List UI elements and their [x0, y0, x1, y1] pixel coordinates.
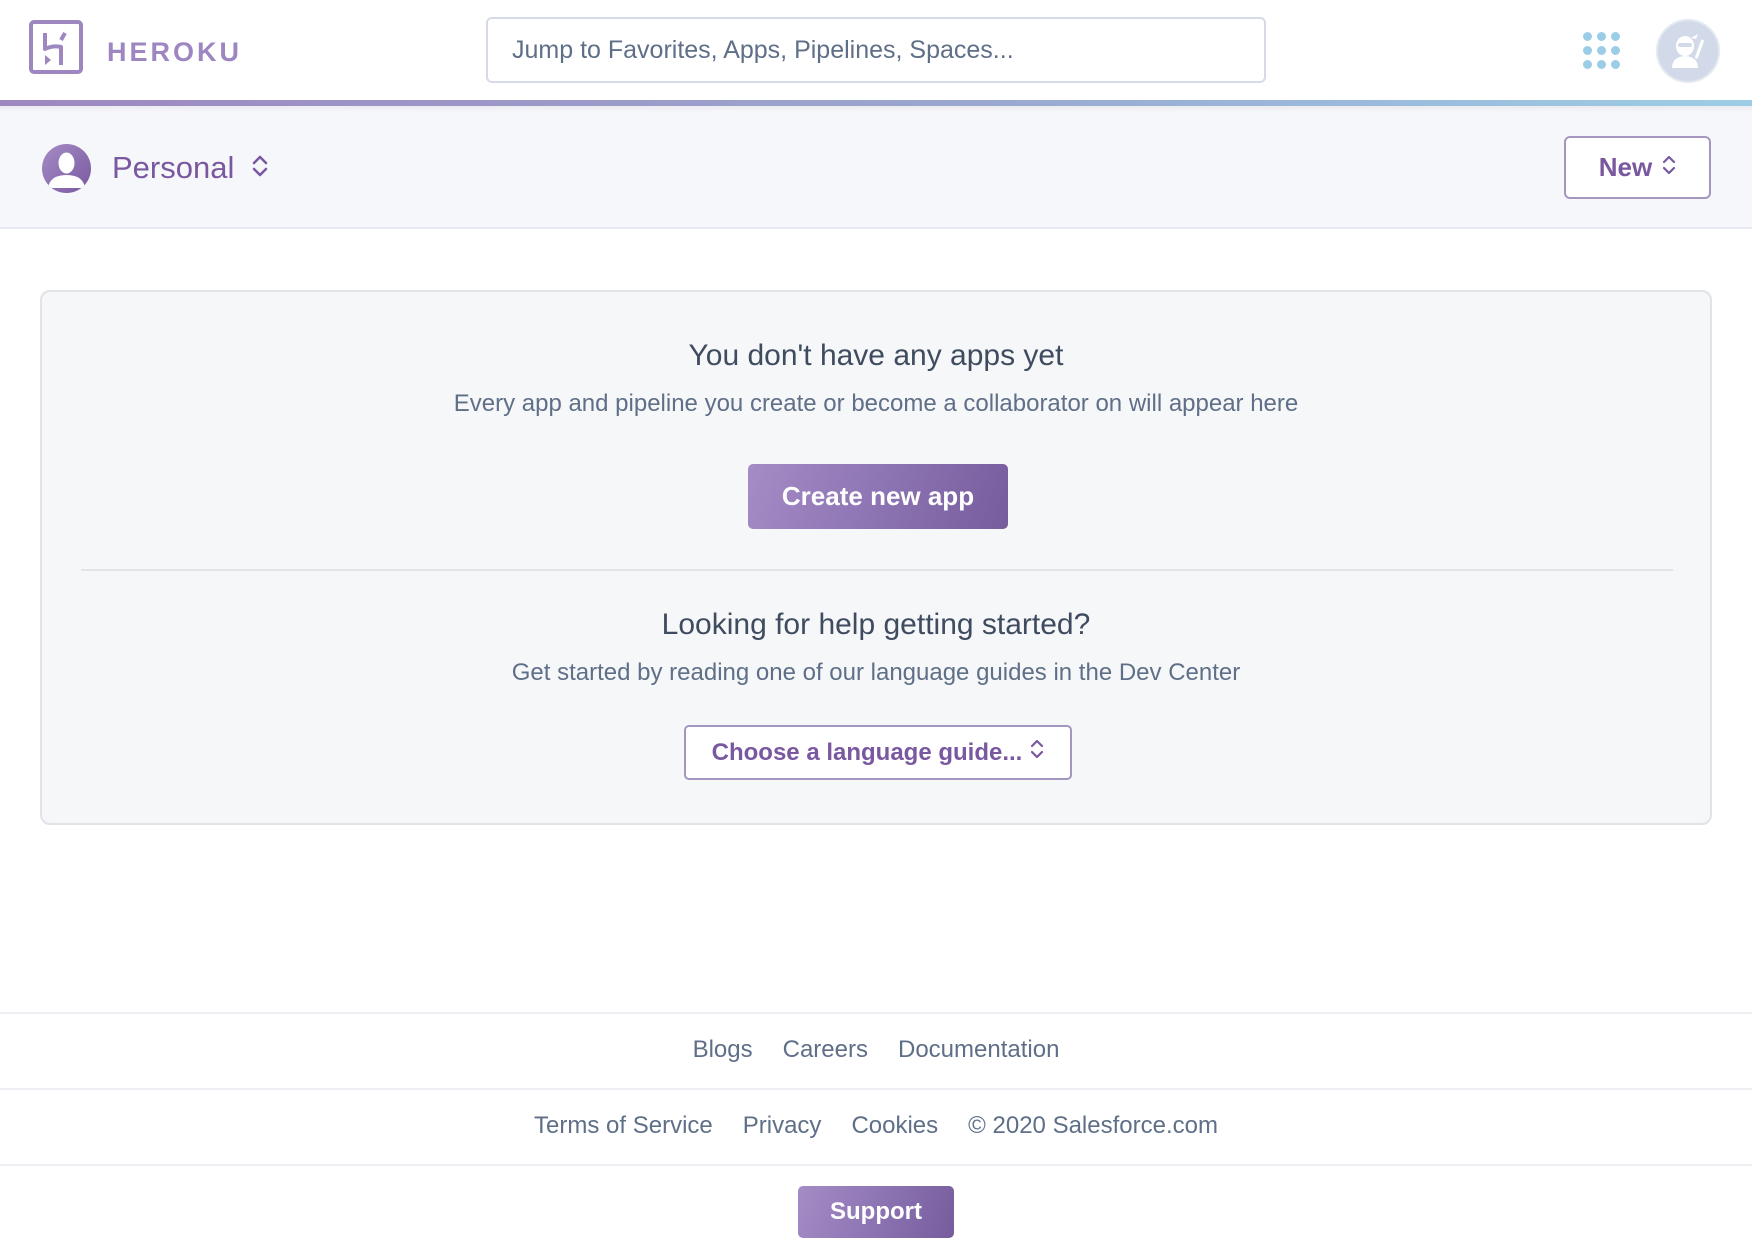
grid-dots-icon[interactable] [1583, 32, 1621, 69]
create-new-app-button[interactable]: Create new app [748, 464, 1008, 529]
chevron-up-down-icon [1662, 152, 1676, 183]
footer-link-careers[interactable]: Careers [783, 1036, 868, 1064]
copyright-text: © 2020 Salesforce.com [968, 1112, 1218, 1139]
search-input[interactable] [486, 17, 1266, 83]
empty-state-card: You don't have any apps yet Every app an… [40, 290, 1712, 825]
footer-divider [0, 1164, 1752, 1166]
ninja-avatar-icon [1672, 34, 1704, 68]
new-button[interactable]: New [1564, 136, 1711, 199]
footer-divider [0, 1088, 1752, 1090]
help-title: Looking for help getting started? [661, 608, 1091, 641]
footer-link-privacy[interactable]: Privacy [743, 1112, 822, 1140]
footer-link-blogs[interactable]: Blogs [693, 1036, 753, 1064]
heroku-logo-icon[interactable] [29, 20, 83, 74]
top-navigation-bar: HEROKU [0, 0, 1752, 100]
card-divider [81, 569, 1673, 571]
footer-divider [0, 1012, 1752, 1014]
context-label: Personal [112, 150, 235, 185]
language-guide-select-label: Choose a language guide... [711, 738, 1023, 766]
support-button[interactable]: Support [798, 1186, 954, 1238]
brand-name[interactable]: HEROKU [107, 36, 242, 68]
account-context-switcher[interactable]: Personal [42, 142, 268, 194]
footer-link-terms[interactable]: Terms of Service [534, 1112, 713, 1140]
user-avatar-button[interactable] [1656, 19, 1720, 83]
chevron-up-down-icon [1030, 738, 1044, 767]
empty-state-title: You don't have any apps yet [688, 339, 1064, 372]
new-button-label: New [1598, 152, 1653, 182]
footer-link-documentation[interactable]: Documentation [898, 1036, 1059, 1064]
context-bar: Personal New [0, 106, 1752, 229]
user-avatar-icon [42, 143, 91, 193]
chevron-up-down-icon [252, 154, 268, 183]
footer-links-secondary: Terms of Service Privacy Cookies © 2020 … [0, 1112, 1752, 1140]
empty-state-description: Every app and pipeline you create or bec… [453, 390, 1299, 417]
footer-links-primary: Blogs Careers Documentation [0, 1036, 1752, 1064]
help-description: Get started by reading one of our langua… [511, 659, 1241, 686]
footer-link-cookies[interactable]: Cookies [851, 1112, 938, 1140]
language-guide-select[interactable]: Choose a language guide... [684, 725, 1072, 780]
